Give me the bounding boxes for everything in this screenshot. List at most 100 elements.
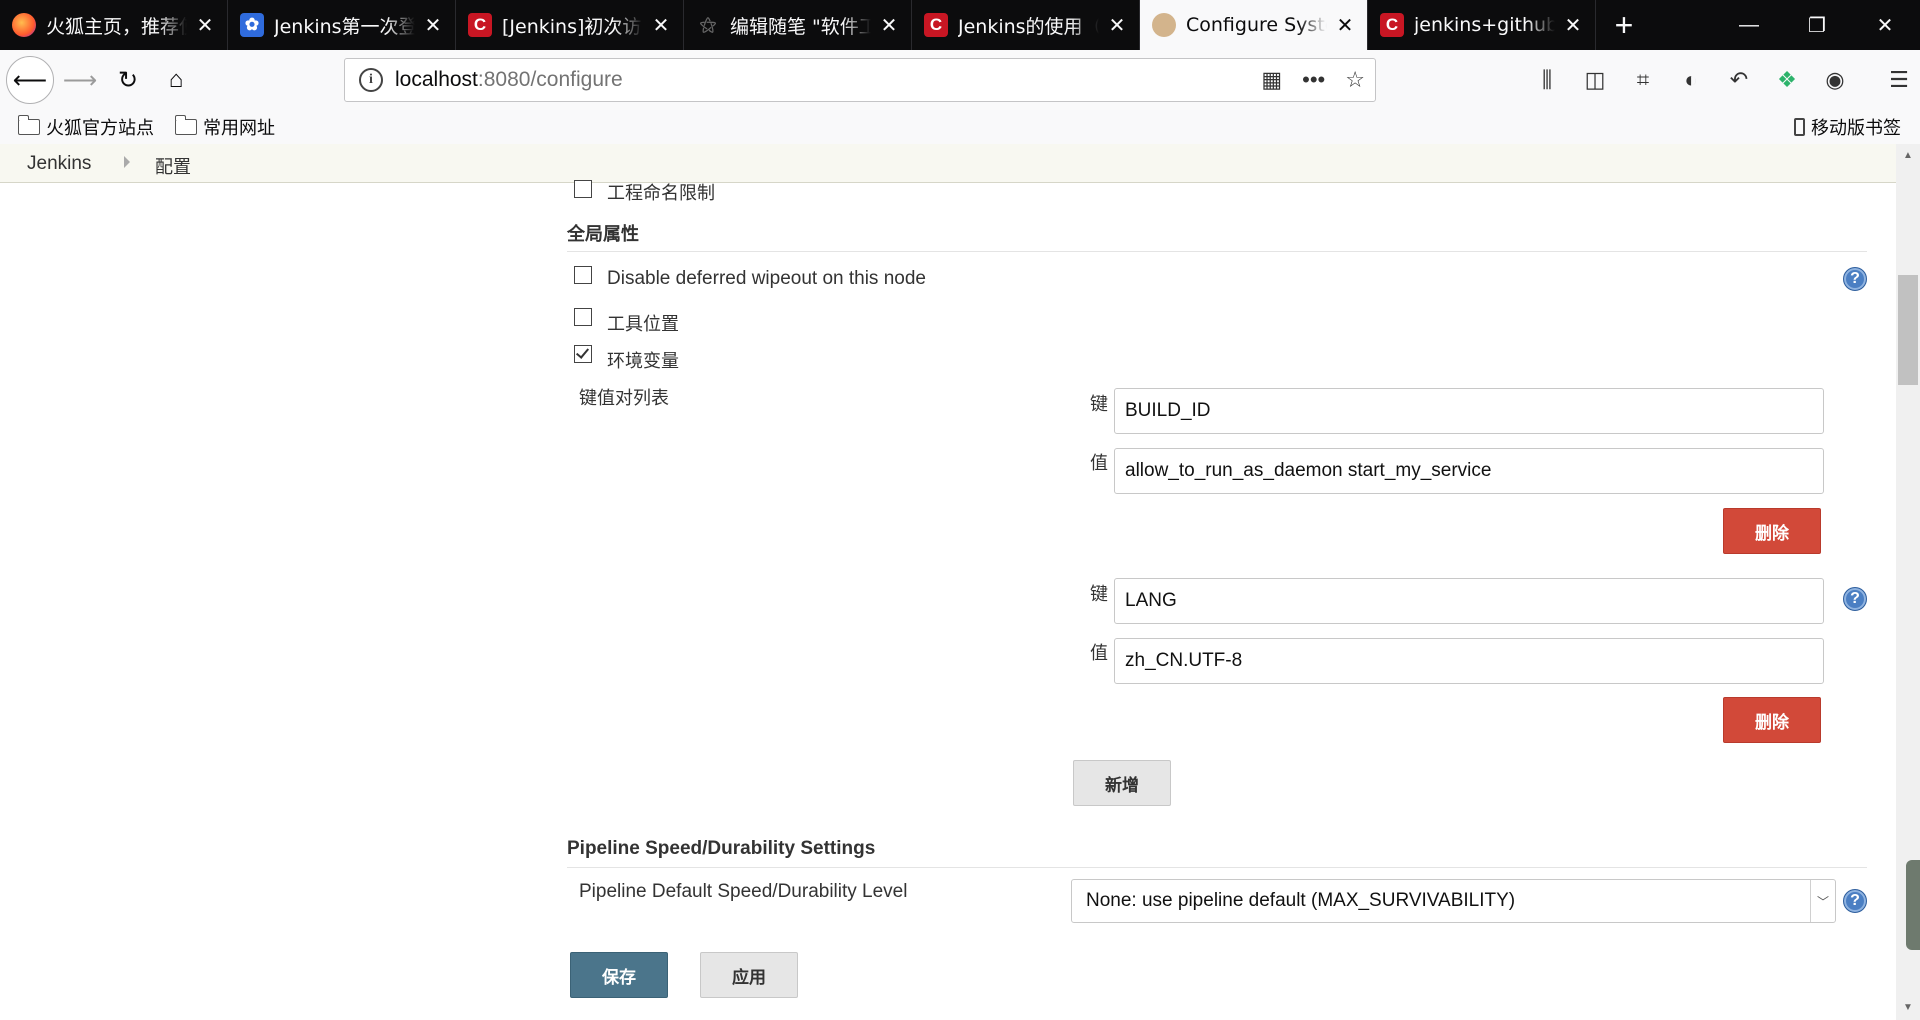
tab-title: Jenkins第一次登录	[274, 15, 415, 38]
tab-title: Configure System	[1186, 14, 1327, 36]
url-host: localhost	[395, 68, 478, 91]
folder-icon	[174, 115, 197, 135]
bookmark-label: 火狐官方站点	[46, 118, 154, 139]
jenkins-configure-page: Jenkins 配置 工程命名限制 全局属性 Disable deferred …	[0, 144, 1900, 1020]
bookmark-folder[interactable]: 火狐官方站点	[17, 114, 154, 140]
scroll-down-arrow-icon[interactable]: ▼	[1896, 1002, 1920, 1020]
browser-tab[interactable]: ⚝ 编辑随笔 "软件工程 ✕	[684, 0, 912, 50]
bookmark-folder[interactable]: 常用网址	[174, 114, 275, 140]
close-tab-icon[interactable]: ✕	[1563, 13, 1583, 37]
extension-icon[interactable]: ❖	[1770, 60, 1804, 100]
scrollbar-thumb[interactable]	[1898, 275, 1918, 385]
account-icon[interactable]: ◉	[1818, 60, 1852, 100]
minimize-icon[interactable]: —	[1716, 0, 1782, 50]
disable-wipeout-checkbox[interactable]	[574, 266, 592, 284]
jenkins-icon	[1152, 13, 1176, 37]
chevron-down-icon: ﹀	[1810, 880, 1835, 922]
value-label: 值	[1090, 453, 1108, 474]
global-properties-title: 全局属性	[567, 224, 639, 245]
browser-tab[interactable]: 火狐主页，推荐使用 ✕	[0, 0, 228, 50]
csdn-icon: C	[924, 13, 948, 37]
url-path: :8080/configure	[477, 68, 623, 91]
mobile-phone-icon	[1794, 118, 1805, 136]
tab-title: Jenkins的使用（	[958, 15, 1099, 38]
tab-title: 火狐主页，推荐使用	[46, 15, 187, 38]
kv-list-label: 键值对列表	[579, 388, 669, 409]
save-button[interactable]: 保存	[570, 952, 668, 998]
env-value-input[interactable]	[1114, 638, 1824, 684]
sidebar-icon[interactable]: ◫	[1578, 60, 1612, 100]
page-actions-icon[interactable]: •••	[1302, 67, 1325, 93]
env-key-input[interactable]	[1114, 388, 1824, 434]
browser-tab[interactable]: C jenkins+github ✕	[1368, 0, 1596, 50]
undo-arrow-icon[interactable]: ↶	[1722, 60, 1756, 100]
new-tab-plus-icon[interactable]: +	[1596, 0, 1652, 50]
bookmarks-toolbar: 火狐官方站点 常用网址 移动版书签	[0, 110, 1920, 144]
section-divider	[567, 251, 1867, 252]
key-label: 键	[1090, 394, 1108, 415]
bookmark-label: 移动版书签	[1811, 118, 1901, 139]
delete-button[interactable]: 删除	[1723, 697, 1821, 743]
browser-tab-active[interactable]: Configure System ✕	[1140, 0, 1368, 50]
tool-locations-checkbox[interactable]	[574, 308, 592, 326]
bookmark-label: 常用网址	[203, 118, 275, 139]
breadcrumb: Jenkins 配置	[0, 144, 1900, 183]
browser-tab[interactable]: C Jenkins的使用（ ✕	[912, 0, 1140, 50]
breadcrumb-configure[interactable]: 配置	[155, 153, 191, 179]
env-key-input[interactable]	[1114, 578, 1824, 624]
library-icon[interactable]: ⫼	[1530, 60, 1564, 100]
add-button[interactable]: 新增	[1073, 760, 1171, 806]
chat-bubble-icon[interactable]: ◐	[1674, 60, 1708, 100]
cnblogs-icon: ⚝	[699, 15, 717, 34]
close-tab-icon[interactable]: ✕	[879, 13, 899, 37]
delete-button[interactable]: 删除	[1723, 508, 1821, 554]
tab-title: 编辑随笔 "软件工程	[730, 15, 871, 38]
csdn-icon: C	[468, 13, 492, 37]
bookmark-star-icon[interactable]: ☆	[1345, 67, 1365, 93]
tab-strip: 火狐主页，推荐使用 ✕ ✿ Jenkins第一次登录 ✕ C [Jenkins]…	[0, 0, 1920, 50]
restore-icon[interactable]: ❐	[1784, 0, 1850, 50]
breadcrumb-separator-icon[interactable]	[124, 156, 130, 168]
pipeline-level-select[interactable]: None: use pipeline default (MAX_SURVIVAB…	[1071, 879, 1836, 923]
menu-hamburger-icon[interactable]: ☰	[1882, 60, 1916, 100]
close-tab-icon[interactable]: ✕	[423, 13, 443, 37]
breadcrumb-jenkins[interactable]: Jenkins	[27, 153, 91, 175]
tab-title: [Jenkins]初次访问	[502, 15, 643, 38]
home-icon[interactable]: ⌂	[156, 60, 196, 100]
reload-icon[interactable]: ↻	[108, 60, 148, 100]
back-arrow-icon[interactable]: ⟵	[6, 56, 54, 104]
close-tab-icon[interactable]: ✕	[195, 13, 215, 37]
site-info-icon[interactable]: i	[359, 68, 383, 92]
value-label: 值	[1090, 643, 1108, 664]
window-close-icon[interactable]: ✕	[1852, 0, 1918, 50]
qr-code-icon[interactable]: ▦	[1261, 67, 1282, 93]
apply-button[interactable]: 应用	[700, 952, 798, 998]
help-icon[interactable]: ?	[1843, 587, 1867, 611]
mobile-bookmarks[interactable]: 移动版书签	[1794, 114, 1901, 140]
close-tab-icon[interactable]: ✕	[1335, 13, 1355, 37]
folder-icon	[17, 115, 40, 135]
key-label: 键	[1090, 584, 1108, 605]
navigation-toolbar: ⟵ ⟶ ↻ ⌂ i localhost:8080/configure ▦ •••…	[0, 50, 1920, 111]
env-vars-checkbox[interactable]	[574, 345, 592, 363]
scroll-up-arrow-icon[interactable]: ▲	[1896, 150, 1920, 170]
help-icon[interactable]: ?	[1843, 889, 1867, 913]
browser-tab[interactable]: ✿ Jenkins第一次登录 ✕	[228, 0, 456, 50]
browser-tab[interactable]: C [Jenkins]初次访问 ✕	[456, 0, 684, 50]
side-panel-handle[interactable]	[1906, 860, 1920, 950]
disable-wipeout-label: Disable deferred wipeout on this node	[607, 268, 926, 289]
csdn-icon: C	[1380, 13, 1404, 37]
close-tab-icon[interactable]: ✕	[651, 13, 671, 37]
screenshot-crop-icon[interactable]: ⌗	[1626, 60, 1660, 100]
close-tab-icon[interactable]: ✕	[1107, 13, 1127, 37]
pipeline-level-label: Pipeline Default Speed/Durability Level	[579, 881, 908, 902]
address-bar[interactable]: i localhost:8080/configure ▦ ••• ☆	[344, 58, 1376, 102]
firefox-icon	[12, 13, 36, 37]
baidu-paw-icon: ✿	[240, 13, 264, 37]
project-naming-checkbox[interactable]	[574, 180, 592, 198]
pipeline-level-value: None: use pipeline default (MAX_SURVIVAB…	[1086, 890, 1516, 911]
env-value-input[interactable]	[1114, 448, 1824, 494]
env-vars-label: 环境变量	[607, 351, 679, 372]
forward-arrow-icon[interactable]: ⟶	[60, 60, 100, 100]
help-icon[interactable]: ?	[1843, 267, 1867, 291]
